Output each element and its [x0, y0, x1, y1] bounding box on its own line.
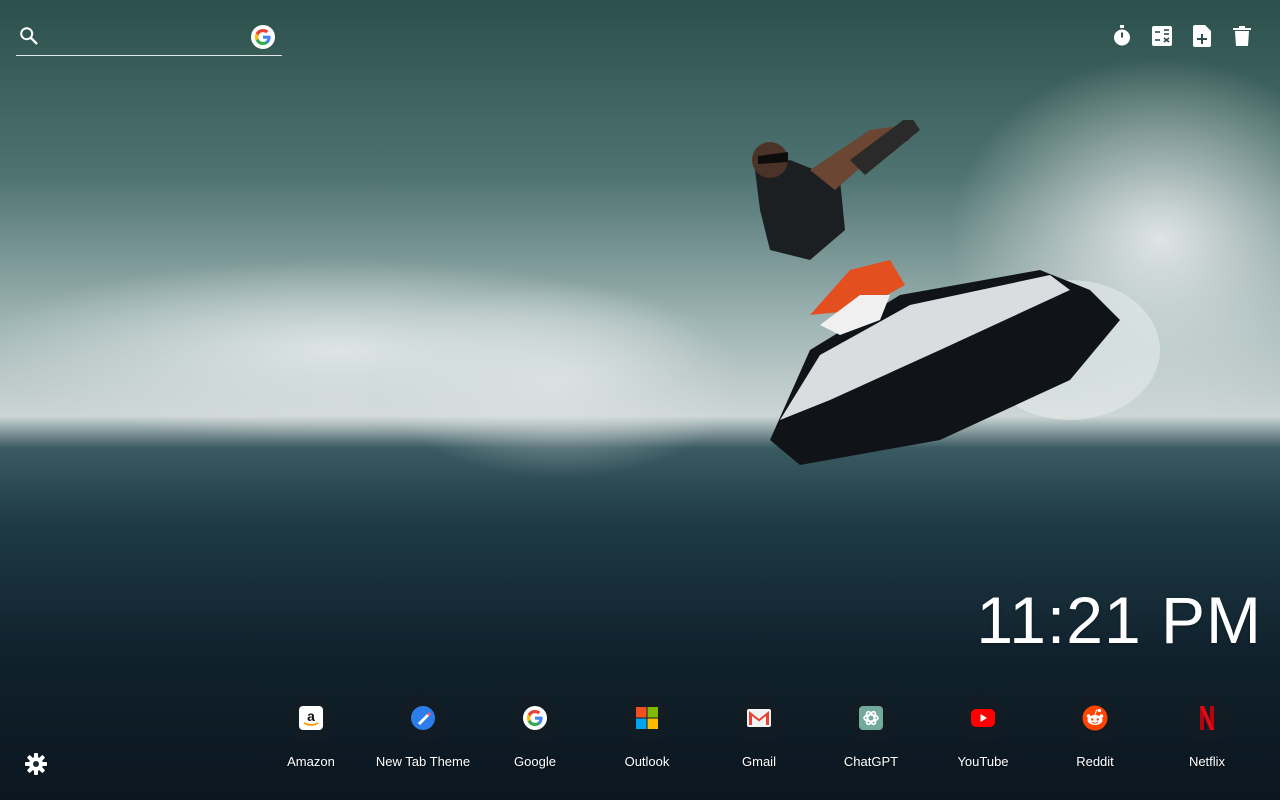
chatgpt-icon	[859, 706, 883, 730]
google-g-icon[interactable]	[251, 25, 275, 49]
new-tab-theme-icon	[411, 706, 435, 730]
search-icon	[20, 27, 38, 45]
amazon-icon: a	[299, 706, 323, 730]
shortcut-chatgpt[interactable]: ChatGPT	[815, 694, 927, 769]
shortcut-google[interactable]: Google	[479, 694, 591, 769]
shortcut-label: YouTube	[957, 754, 1009, 769]
jetski-rider-image	[752, 120, 1160, 465]
shortcut-outlook[interactable]: Outlook	[591, 694, 703, 769]
shortcut-label: Reddit	[1076, 754, 1114, 769]
shortcut-amazon[interactable]: a Amazon	[255, 694, 367, 769]
search-input[interactable]	[48, 24, 252, 52]
shortcut-label: Outlook	[624, 754, 670, 769]
shortcut-reddit[interactable]: Reddit	[1039, 694, 1151, 769]
trash-icon[interactable]	[1230, 24, 1254, 48]
add-note-icon[interactable]	[1190, 24, 1214, 48]
gmail-icon	[747, 709, 771, 727]
shortcut-label: Amazon	[287, 754, 335, 769]
shortcut-label: ChatGPT	[843, 754, 899, 769]
reddit-icon	[1082, 705, 1108, 731]
shortcut-bar: a Amazon New Tab Theme Google Outlook Gm…	[255, 694, 1263, 769]
shortcut-label: Google	[514, 754, 556, 769]
shortcut-label: Netflix	[1188, 754, 1226, 769]
shortcut-new-tab-theme[interactable]: New Tab Theme	[367, 694, 479, 769]
google-icon	[523, 706, 547, 730]
youtube-icon	[971, 709, 995, 727]
search-bar[interactable]	[16, 20, 282, 56]
shortcut-netflix[interactable]: Netflix	[1151, 694, 1263, 769]
shortcut-youtube[interactable]: YouTube	[927, 694, 1039, 769]
shortcut-label: New Tab Theme	[375, 754, 471, 769]
stopwatch-icon[interactable]	[1110, 24, 1134, 48]
clock-display: 11:21 PM	[976, 583, 1262, 657]
top-toolbar	[1110, 24, 1254, 48]
gear-icon	[25, 753, 47, 775]
netflix-icon	[1200, 706, 1214, 730]
wallpaper	[0, 0, 1280, 800]
settings-button[interactable]	[24, 752, 48, 776]
shortcut-gmail[interactable]: Gmail	[703, 694, 815, 769]
calculator-icon[interactable]	[1150, 24, 1174, 48]
outlook-icon	[636, 707, 658, 729]
shortcut-label: Gmail	[742, 754, 776, 769]
svg-text:a: a	[307, 708, 315, 724]
